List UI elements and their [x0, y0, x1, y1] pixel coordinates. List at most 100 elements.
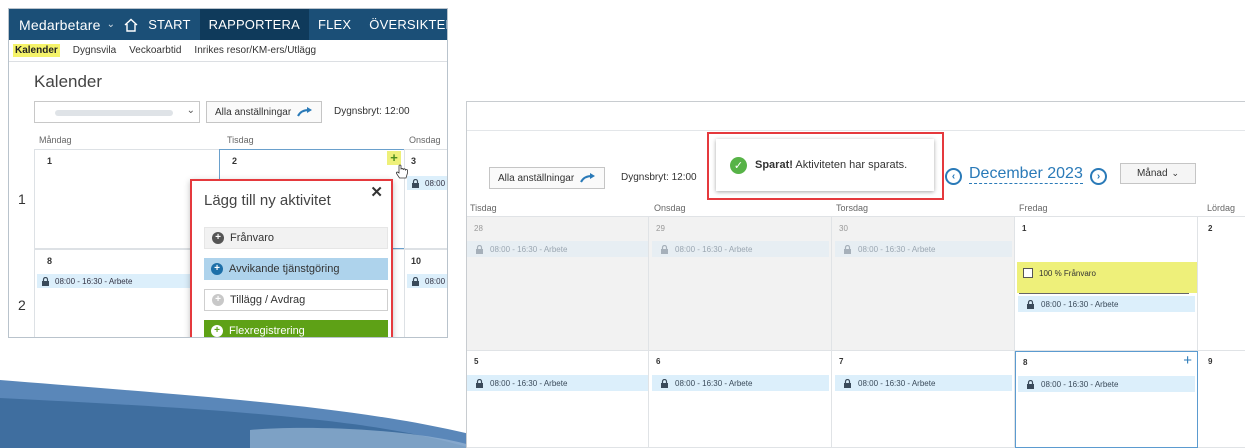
brand-menu[interactable]: Medarbetare ⌄	[9, 9, 123, 40]
calendar-day-cell-selected[interactable]: 8 + 08:00 - 16:30 - Arbete	[1015, 351, 1198, 448]
day-number: 29	[656, 224, 665, 233]
separator-line	[1019, 293, 1189, 294]
all-employments-button[interactable]: Alla anställningar	[206, 101, 323, 123]
event-bar[interactable]: 08:00 - 16:30 - Arbete	[835, 241, 1012, 257]
absence-label: 100 % Frånvaro	[1039, 268, 1096, 278]
month-title[interactable]: December 2023	[969, 165, 1083, 184]
event-bar[interactable]: 08:00 - 16:30 - Arbete	[467, 375, 648, 391]
lock-icon	[660, 244, 669, 254]
week-number: 2	[18, 297, 26, 313]
subtab-inrikes-resor[interactable]: Inrikes resor/KM-ers/Utlägg	[194, 45, 316, 56]
lock-icon	[843, 378, 852, 388]
nav-tab-flex[interactable]: FLEX	[309, 9, 360, 40]
event-bar[interactable]: 08:00	[407, 274, 447, 288]
brand-label: Medarbetare	[19, 16, 101, 33]
event-bar[interactable]: 08:00 - 16:30 - Arbete	[1018, 376, 1195, 392]
lock-icon	[843, 244, 852, 254]
view-select-label: Månad	[1136, 168, 1168, 179]
nav-tab-oversikter[interactable]: ÖVERSIKTER	[360, 9, 447, 40]
toast-message: Sparat! Aktiviteten har sparats.	[755, 159, 907, 171]
nav-tab-start[interactable]: START	[139, 9, 199, 40]
lock-icon	[475, 378, 484, 388]
share-arrow-icon	[297, 107, 313, 117]
event-bar[interactable]: 08:00	[407, 176, 447, 190]
flex-registration-button[interactable]: + Flexregistrering	[204, 320, 388, 337]
home-icon[interactable]	[123, 9, 139, 40]
calendar-day-cell[interactable]: 5 08:00 - 16:30 - Arbete	[467, 351, 649, 448]
day-break-label: Dygnsbryt: 12:00	[334, 106, 410, 117]
next-month-icon[interactable]: ›	[1090, 168, 1107, 185]
previous-month-icon[interactable]: ‹	[945, 168, 962, 185]
calendar-day-cell[interactable]: 10 08:00	[404, 249, 447, 337]
lock-icon	[41, 276, 50, 286]
subtab-veckoarbtid[interactable]: Veckoarbtid	[129, 45, 181, 56]
employee-select[interactable]: ⌄	[34, 101, 200, 123]
all-employments-label: Alla anställningar	[498, 172, 575, 184]
chevron-down-icon: ⌄	[186, 105, 195, 116]
all-employments-label: Alla anställningar	[215, 106, 292, 118]
event-label: 08:00	[425, 178, 446, 188]
chevron-down-icon: ⌄	[106, 19, 116, 30]
add-activity-plus-icon[interactable]: +	[387, 151, 401, 165]
addition-deduction-button[interactable]: + Tillägg / Avdrag	[204, 289, 388, 311]
toast-text: Aktiviteten har sparats.	[792, 159, 908, 171]
chevron-down-icon: ⌄	[1171, 168, 1180, 178]
lock-icon	[475, 244, 484, 254]
event-label: 08:00 - 16:30 - Arbete	[490, 244, 568, 254]
calendar-day-cell[interactable]: 2	[1198, 217, 1245, 351]
day-header-tuesday: Tisdag	[227, 135, 254, 145]
lock-icon	[1026, 299, 1035, 309]
nav-tab-rapportera[interactable]: RAPPORTERA	[199, 9, 309, 40]
event-bar[interactable]: 08:00 - 16:30 - Arbete	[37, 274, 207, 288]
event-label: 08:00 - 16:30 - Arbete	[675, 378, 753, 388]
hand-cursor-icon	[395, 164, 408, 179]
event-bar[interactable]: 08:00 - 16:30 - Arbete	[1018, 296, 1195, 312]
event-bar[interactable]: 08:00 - 16:30 - Arbete	[467, 241, 648, 257]
calendar-day-cell[interactable]: 7 08:00 - 16:30 - Arbete	[832, 351, 1015, 448]
subtab-kalender[interactable]: Kalender	[13, 44, 60, 57]
event-bar[interactable]: 08:00 - 16:30 - Arbete	[835, 375, 1012, 391]
event-label: 08:00 - 16:30 - Arbete	[675, 244, 753, 254]
close-icon[interactable]: ✕	[370, 183, 383, 201]
day-number: 7	[839, 357, 844, 366]
day-number: 1	[47, 156, 53, 166]
day-header-saturday: Lördag	[1207, 203, 1236, 213]
event-bar[interactable]: 08:00 - 16:30 - Arbete	[652, 241, 829, 257]
day-number: 30	[839, 224, 848, 233]
event-label: 08:00 - 16:30 - Arbete	[1041, 299, 1119, 309]
deviating-service-button[interactable]: + Avvikande tjänstgöring	[204, 258, 388, 280]
lock-icon	[660, 378, 669, 388]
day-number: 1	[1022, 224, 1027, 233]
view-select-button[interactable]: Månad ⌄	[1120, 163, 1196, 184]
calendar-day-cell[interactable]: 29 08:00 - 16:30 - Arbete	[649, 217, 832, 351]
day-number: 8	[47, 256, 53, 266]
subtab-dygnsvila[interactable]: Dygnsvila	[73, 45, 116, 56]
day-number: 5	[474, 357, 479, 366]
all-employments-button[interactable]: Alla anställningar	[489, 167, 606, 189]
lock-icon	[411, 178, 420, 188]
event-bar[interactable]: 08:00 - 16:30 - Arbete	[652, 375, 829, 391]
day-header-thursday: Torsdag	[836, 203, 869, 213]
calendar-day-cell[interactable]: 6 08:00 - 16:30 - Arbete	[649, 351, 832, 448]
calendar-day-cell[interactable]: 28 08:00 - 16:30 - Arbete	[467, 217, 649, 351]
blurred-employee-name	[55, 110, 173, 116]
absence-entry[interactable]: 100 % Frånvaro	[1023, 268, 1096, 278]
day-header-wednesday: Onsdag	[409, 135, 441, 145]
calendar-day-cell[interactable]: 3 08:00	[404, 149, 447, 249]
event-label: 08:00	[425, 276, 446, 286]
page-title: Kalender	[34, 72, 103, 91]
add-activity-popup: Lägg till ny aktivitet ✕ + Frånvaro + Av…	[190, 179, 393, 337]
popup-title: Lägg till ny aktivitet	[204, 192, 331, 209]
calendar-day-cell[interactable]: 1 100 % Frånvaro 08:00 - 16:30 - Arbete	[1015, 217, 1198, 351]
deviating-service-label: Avvikande tjänstgöring	[229, 263, 340, 275]
addition-deduction-label: Tillägg / Avdrag	[230, 294, 306, 306]
lock-icon	[1026, 379, 1035, 389]
day-number: 8	[1023, 358, 1028, 367]
calendar-day-cell[interactable]: 9	[1198, 351, 1245, 448]
add-activity-plus-icon[interactable]: +	[1183, 353, 1192, 368]
calendar-day-cell[interactable]: 30 08:00 - 16:30 - Arbete	[832, 217, 1015, 351]
left-screenshot-panel: Medarbetare ⌄ START RAPPORTERA FLEX ÖVER…	[8, 8, 448, 338]
absence-button[interactable]: + Frånvaro	[204, 227, 388, 249]
day-number: 9	[1208, 357, 1213, 366]
day-header-monday: Måndag	[39, 135, 72, 145]
